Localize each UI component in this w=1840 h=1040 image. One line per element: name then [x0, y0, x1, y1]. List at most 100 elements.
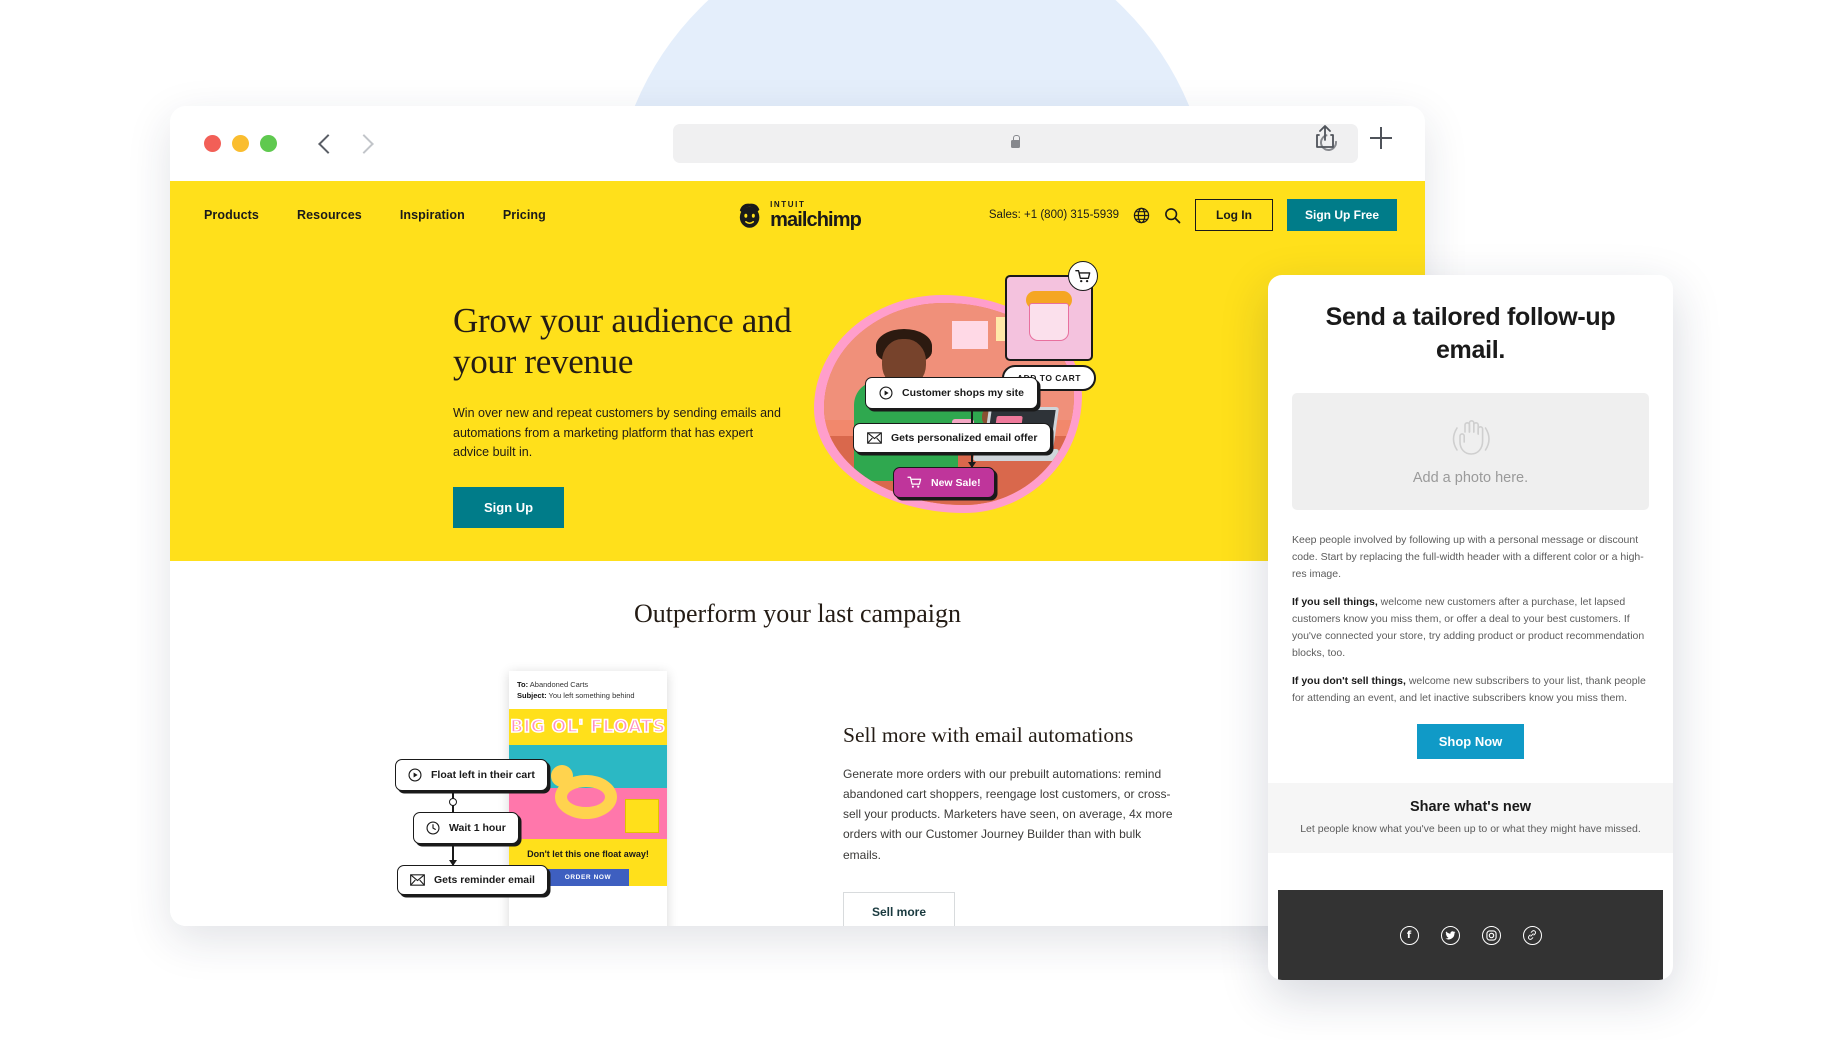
- automations-copy-block: Sell more with email automations Generat…: [843, 671, 1173, 926]
- panel-paragraph-1: Keep people involved by following up wit…: [1292, 534, 1644, 580]
- hero-pill-personalized-offer[interactable]: Gets personalized email offer: [853, 423, 1052, 453]
- instagram-glyph: [1485, 929, 1497, 941]
- section-heading: Outperform your last campaign: [633, 599, 962, 628]
- hero-pill-label: Gets personalized email offer: [891, 432, 1038, 444]
- shop-now-button[interactable]: Shop Now: [1416, 724, 1525, 759]
- share-heading: Share what's new: [1409, 799, 1532, 815]
- nav-item-inspiration[interactable]: Inspiration: [400, 208, 465, 222]
- browser-nav-arrows: [318, 133, 374, 154]
- shopping-cart-icon: [1075, 269, 1091, 282]
- back-icon[interactable]: [318, 133, 338, 154]
- email-to-line: To: Abandoned Carts: [517, 679, 659, 690]
- play-circle-icon: [879, 386, 893, 400]
- envelope-icon: [410, 874, 425, 886]
- flow-step-wait[interactable]: Wait 1 hour: [413, 812, 519, 844]
- address-bar[interactable]: [673, 124, 1358, 163]
- share-icon[interactable]: [1315, 125, 1335, 149]
- automations-grid: To: Abandoned Carts Subject: You left so…: [170, 671, 1425, 926]
- automations-paragraph: Generate more orders with our prebuilt a…: [843, 767, 1173, 862]
- flow-connector-1: [449, 791, 456, 812]
- signup-free-button[interactable]: Sign Up Free: [1286, 199, 1397, 231]
- email-template-panel: Send a tailored follow-up email. Add a p…: [1268, 275, 1673, 980]
- photo-placeholder-label: Add a photo here.: [1412, 469, 1529, 486]
- hero-flow-connector-1: [971, 408, 973, 423]
- facebook-icon[interactable]: f: [1399, 925, 1419, 945]
- hero-heading: Grow your audience and your revenue: [453, 301, 792, 381]
- mailchimp-homepage: Products Resources Inspiration Pricing I…: [170, 181, 1425, 926]
- email-to-value: Abandoned Carts: [529, 680, 589, 689]
- photo-placeholder-dropzone[interactable]: Add a photo here.: [1292, 393, 1649, 510]
- email-to-label: To:: [517, 680, 529, 689]
- logo-wordmark: INTUIT mailchimp: [770, 200, 862, 231]
- flow-steps-list: Float left in their cart Wait 1 hour Get…: [395, 759, 595, 895]
- link-icon[interactable]: [1522, 925, 1542, 945]
- twitter-icon[interactable]: [1440, 925, 1460, 945]
- email-subject-value: You left something behind: [548, 691, 635, 701]
- flow-step-label: Gets reminder email: [434, 874, 535, 886]
- flow-step-reminder-email[interactable]: Gets reminder email: [397, 865, 548, 895]
- panel-paragraph-2-bold: If you sell things,: [1292, 596, 1378, 608]
- site-navigation-bar: Products Resources Inspiration Pricing I…: [170, 181, 1425, 249]
- hero-illustration: ADD TO CART Customer shops my site Gets …: [780, 261, 1110, 537]
- forward-icon[interactable]: [354, 133, 374, 154]
- search-icon[interactable]: [1164, 207, 1181, 224]
- logo-mailchimp-text: mailchimp: [770, 208, 862, 231]
- hero-pill-new-sale[interactable]: New Sale!: [893, 467, 995, 498]
- panel-heading: Send a tailored follow-up email.: [1325, 303, 1616, 364]
- sell-more-button[interactable]: Sell more: [843, 891, 956, 926]
- flow-step-label: Float left in their cart: [431, 769, 535, 781]
- hero-section: Grow your audience and your revenue Win …: [170, 249, 1425, 561]
- nav-item-pricing[interactable]: Pricing: [503, 208, 546, 222]
- chain-link-glyph: [1528, 930, 1536, 940]
- popcorn-cup: [1029, 303, 1069, 341]
- automation-flow-card: To: Abandoned Carts Subject: You left so…: [395, 671, 725, 926]
- email-footer-bar: f: [1278, 890, 1663, 980]
- email-subject-line: Subject: You left something behind: [517, 690, 659, 701]
- share-whats-new-block: Share what's new Let people know what yo…: [1268, 783, 1673, 853]
- hero-pill-customer-shops[interactable]: Customer shops my site: [865, 377, 1038, 409]
- automations-heading: Sell more with email automations: [843, 723, 1134, 747]
- nav-item-resources[interactable]: Resources: [297, 208, 362, 222]
- lock-icon: [1011, 134, 1021, 148]
- shopping-cart-icon: [907, 476, 922, 488]
- twitter-bird-glyph: [1444, 930, 1455, 939]
- flow-connector-2: [449, 844, 456, 866]
- waving-hand-icon: [1452, 419, 1490, 455]
- hero-pill-label: New Sale!: [931, 476, 981, 489]
- screenshot-stage: Products Resources Inspiration Pricing I…: [0, 0, 1840, 1040]
- wall-note-pink: [952, 321, 988, 349]
- email-banner-title: BIG OL' FLOATS: [509, 716, 666, 737]
- login-button[interactable]: Log In: [1194, 199, 1273, 231]
- email-subject-label: Subject:: [517, 691, 547, 701]
- close-window-button[interactable]: [204, 135, 221, 152]
- panel-paragraph-3-bold: If you don't sell things,: [1292, 675, 1406, 687]
- new-tab-icon[interactable]: [1370, 127, 1392, 149]
- freddie-monkey-icon: [739, 203, 759, 228]
- browser-chrome: [170, 106, 1425, 181]
- flow-step-float-left[interactable]: Float left in their cart: [395, 759, 548, 791]
- globe-icon[interactable]: [1133, 207, 1150, 224]
- envelope-icon: [867, 432, 882, 444]
- maximize-window-button[interactable]: [260, 135, 277, 152]
- hero-pill-label: Customer shops my site: [902, 387, 1024, 399]
- email-preview-header: To: Abandoned Carts Subject: You left so…: [509, 671, 667, 709]
- window-traffic-lights: [204, 135, 277, 152]
- nav-item-products[interactable]: Products: [204, 208, 259, 222]
- hero-copy-block: Grow your audience and your revenue Win …: [453, 301, 798, 529]
- panel-paragraph-3: If you don't sell things, welcome new su…: [1292, 673, 1649, 707]
- nav-right-group: Sales: +1 (800) 315-5939 Log In Sign Up …: [989, 199, 1397, 231]
- instagram-icon[interactable]: [1481, 925, 1501, 945]
- clock-icon: [426, 821, 440, 835]
- panel-paragraph-2: If you sell things, welcome new customer…: [1292, 594, 1649, 662]
- product-box: [625, 798, 659, 833]
- mailchimp-logo[interactable]: INTUIT mailchimp: [734, 200, 862, 231]
- panel-content: Send a tailored follow-up email. Add a p…: [1268, 275, 1673, 868]
- cart-badge[interactable]: [1068, 261, 1098, 291]
- flow-step-label: Wait 1 hour: [449, 822, 506, 834]
- hero-signup-button[interactable]: Sign Up: [453, 487, 565, 529]
- panel-body-text: Keep people involved by following up wit…: [1292, 532, 1649, 707]
- minimize-window-button[interactable]: [232, 135, 249, 152]
- automations-section: Outperform your last campaign To: Abando…: [170, 561, 1425, 926]
- sales-phone-text[interactable]: Sales: +1 (800) 315-5939: [989, 209, 1119, 221]
- hero-flow-connector-2: [968, 453, 975, 468]
